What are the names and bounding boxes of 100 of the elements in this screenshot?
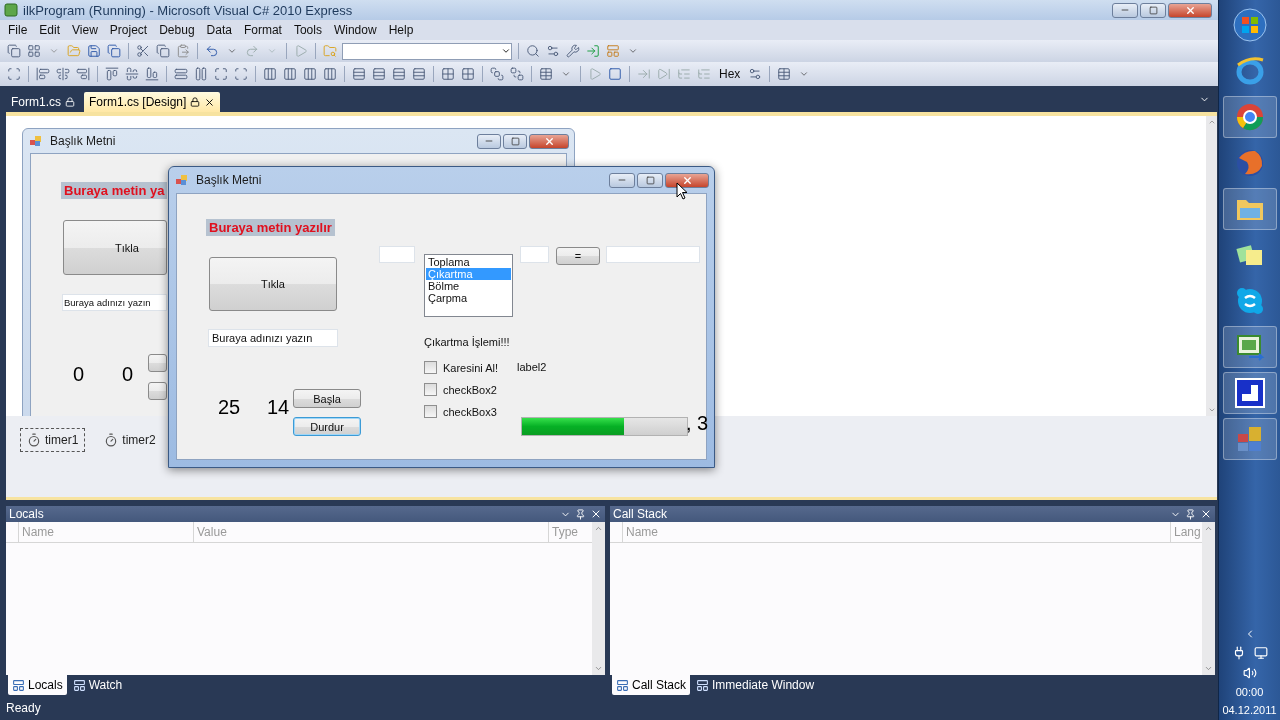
scrollbar[interactable] xyxy=(592,522,605,675)
pin-icon[interactable] xyxy=(1185,508,1196,520)
number-field[interactable] xyxy=(379,246,415,263)
wrench-icon[interactable] xyxy=(565,43,581,59)
taskbar-button[interactable] xyxy=(1222,96,1277,138)
scrollbar[interactable] xyxy=(1206,116,1217,416)
paste-icon[interactable] xyxy=(175,43,191,59)
menu-item[interactable]: Data xyxy=(200,23,238,37)
menu-item[interactable]: View xyxy=(66,23,104,37)
spacing-icon[interactable] xyxy=(262,66,278,82)
clock-date[interactable]: 04.12.2011 xyxy=(1222,704,1277,716)
counter-label: 25 xyxy=(218,396,241,419)
click-button[interactable]: Tıkla xyxy=(63,220,167,275)
search-icon[interactable] xyxy=(525,43,541,59)
hex-button[interactable]: Hex xyxy=(716,67,744,81)
pin-icon[interactable] xyxy=(575,508,586,520)
close-button[interactable] xyxy=(529,133,569,149)
panel-icon xyxy=(12,678,25,692)
close-icon[interactable] xyxy=(590,508,602,520)
close-icon[interactable] xyxy=(1200,508,1212,520)
panel-tab[interactable]: Call Stack xyxy=(612,675,691,695)
menu-item[interactable]: Edit xyxy=(33,23,67,37)
checkbox[interactable] xyxy=(424,405,437,418)
close-button[interactable] xyxy=(665,172,709,188)
panel-tab[interactable]: Immediate Window xyxy=(692,675,819,695)
panel-title: Call Stack xyxy=(613,507,669,521)
checkbox[interactable] xyxy=(424,383,437,396)
menu-item[interactable]: Help xyxy=(382,23,420,37)
start-button[interactable]: Başla xyxy=(293,389,361,408)
undo-icon[interactable] xyxy=(204,43,220,59)
document-tab[interactable]: Form1.cs [Design] xyxy=(84,92,221,112)
equals-button[interactable]: = xyxy=(556,247,600,265)
clock-time[interactable]: 00:00 xyxy=(1235,686,1264,698)
align-center-icon[interactable] xyxy=(55,66,71,82)
scrollbar[interactable] xyxy=(1202,522,1215,675)
name-field[interactable]: Buraya adınızı yazın xyxy=(62,294,167,311)
list-item[interactable]: Çarpma xyxy=(426,292,511,304)
panel-tab[interactable]: Locals xyxy=(8,675,67,695)
form-button[interactable] xyxy=(148,382,167,400)
name-field[interactable]: Buraya adınızı yazın xyxy=(208,329,338,347)
minimize-button[interactable] xyxy=(477,133,501,149)
counter-label: 0 xyxy=(122,363,134,386)
align-middle-icon[interactable] xyxy=(124,66,140,82)
scroll-down-icon[interactable] xyxy=(594,664,603,673)
list-item[interactable]: Bölme xyxy=(426,280,511,292)
menu-item[interactable]: Window xyxy=(327,23,383,37)
cut-icon[interactable] xyxy=(135,43,151,59)
speaker-icon[interactable] xyxy=(1242,666,1257,680)
chat-bubble-icon xyxy=(1234,286,1265,316)
same-width-icon[interactable] xyxy=(173,66,189,82)
scroll-up-icon[interactable] xyxy=(594,524,603,533)
login-arrow-icon[interactable] xyxy=(585,43,601,59)
taskbar-button[interactable] xyxy=(1222,326,1277,368)
align-right-icon[interactable] xyxy=(75,66,91,82)
form-title: Başlık Metni xyxy=(50,134,117,148)
scroll-up-icon[interactable] xyxy=(1204,524,1213,533)
save-icon[interactable] xyxy=(86,43,102,59)
same-height-icon[interactable] xyxy=(193,66,209,82)
tray-component[interactable]: timer2 xyxy=(97,428,163,452)
checkbox[interactable] xyxy=(424,361,437,374)
tray-component[interactable]: timer1 xyxy=(20,428,86,452)
maximize-button[interactable] xyxy=(503,133,527,149)
maximize-button[interactable] xyxy=(637,172,663,188)
copy-icon[interactable] xyxy=(155,43,171,59)
operation-list[interactable]: Toplama Çıkartma Bölme Çarpma xyxy=(424,254,513,317)
solution-combo-box[interactable] xyxy=(342,42,512,60)
panel-tab[interactable]: Watch xyxy=(68,675,127,695)
menu-item[interactable]: Project xyxy=(103,23,154,37)
align-left-icon[interactable] xyxy=(35,66,51,82)
form-icon xyxy=(30,135,44,147)
document-tab[interactable]: Form1.cs xyxy=(6,92,80,112)
click-button[interactable]: Tıkla xyxy=(209,257,337,311)
scroll-down-icon[interactable] xyxy=(1204,664,1213,673)
menu-item[interactable]: Debug xyxy=(153,23,201,37)
align-top-icon[interactable] xyxy=(104,66,120,82)
scroll-down-icon[interactable] xyxy=(1207,406,1216,414)
form-button[interactable] xyxy=(148,354,167,372)
minimize-button[interactable] xyxy=(609,172,635,188)
align-bottom-icon[interactable] xyxy=(144,66,160,82)
minimize-button[interactable] xyxy=(1112,2,1138,18)
stopwatch-icon xyxy=(27,433,41,447)
scroll-up-icon[interactable] xyxy=(1207,118,1216,126)
menu-item[interactable]: File xyxy=(2,23,34,37)
panels-icon[interactable] xyxy=(605,43,621,59)
close-icon[interactable] xyxy=(204,96,216,108)
list-item[interactable]: Toplama xyxy=(426,256,511,268)
folder-search-icon[interactable] xyxy=(322,43,338,59)
taskbar-button[interactable] xyxy=(1222,372,1277,414)
stop-icon[interactable] xyxy=(607,66,623,82)
number-field[interactable] xyxy=(520,246,549,263)
menu-item[interactable]: Tools xyxy=(287,23,328,37)
network-icon[interactable] xyxy=(1253,646,1268,660)
close-icon xyxy=(543,135,555,147)
stop-button[interactable]: Durdur xyxy=(293,417,361,436)
grid-icon[interactable] xyxy=(26,43,42,59)
maximize-button[interactable] xyxy=(1140,2,1166,18)
result-field[interactable] xyxy=(606,246,700,263)
close-button[interactable] xyxy=(1168,2,1212,18)
counter-label: 0 xyxy=(73,363,85,386)
menu-item[interactable]: Format xyxy=(237,23,288,37)
